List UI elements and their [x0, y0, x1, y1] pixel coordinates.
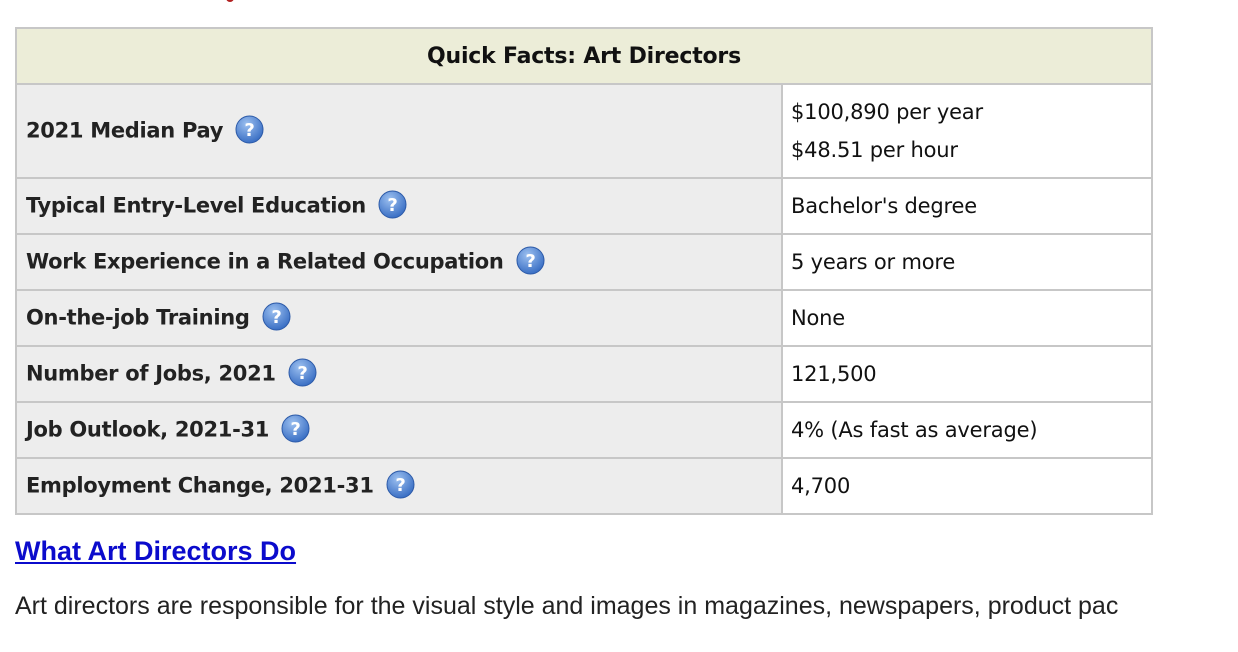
- row-label-text: Work Experience in a Related Occupation: [26, 249, 504, 273]
- svg-text:?: ?: [271, 307, 281, 328]
- decorative-mark: [226, 0, 234, 2]
- table-row: Work Experience in a Related Occupation?…: [15, 233, 1153, 291]
- question-mark-help-icon[interactable]: ?: [262, 302, 291, 331]
- row-value-training: None: [781, 289, 1153, 347]
- svg-text:?: ?: [297, 363, 307, 384]
- table-row: Number of Jobs, 2021? 121,500: [15, 345, 1153, 403]
- row-label-training: On-the-job Training?: [15, 289, 783, 347]
- svg-text:?: ?: [291, 419, 301, 440]
- row-label-text: Job Outlook, 2021-31: [26, 417, 270, 441]
- row-label-text: Number of Jobs, 2021: [26, 361, 276, 385]
- question-mark-help-icon[interactable]: ?: [516, 246, 545, 275]
- row-value-number-of-jobs: 121,500: [781, 345, 1153, 403]
- table-row: Employment Change, 2021-31? 4,700: [15, 457, 1153, 515]
- row-value-job-outlook: 4% (As fast as average): [781, 401, 1153, 459]
- row-label-employment-change: Employment Change, 2021-31?: [15, 457, 783, 515]
- row-label-job-outlook: Job Outlook, 2021-31?: [15, 401, 783, 459]
- intro-paragraph: Art directors are responsible for the vi…: [15, 592, 1119, 620]
- question-mark-help-icon[interactable]: ?: [281, 414, 310, 443]
- quick-facts-table: Quick Facts: Art Directors 2021 Median P…: [15, 27, 1153, 515]
- table-row: Typical Entry-Level Education? Bachelor'…: [15, 177, 1153, 235]
- median-pay-hourly: $48.51 per hour: [791, 138, 958, 162]
- row-label-median-pay: 2021 Median Pay?: [15, 83, 783, 179]
- row-label-text: 2021 Median Pay: [26, 118, 224, 142]
- row-value-work-experience: 5 years or more: [781, 233, 1153, 291]
- question-mark-help-icon[interactable]: ?: [378, 190, 407, 219]
- table-row: 2021 Median Pay? $100,890 per year $48.5…: [15, 83, 1153, 179]
- svg-text:?: ?: [245, 120, 255, 141]
- row-label-text: On-the-job Training: [26, 305, 250, 329]
- row-value-median-pay: $100,890 per year $48.51 per hour: [781, 83, 1153, 179]
- row-value-education: Bachelor's degree: [781, 177, 1153, 235]
- question-mark-help-icon[interactable]: ?: [386, 470, 415, 499]
- row-label-work-experience: Work Experience in a Related Occupation?: [15, 233, 783, 291]
- row-label-education: Typical Entry-Level Education?: [15, 177, 783, 235]
- question-mark-help-icon[interactable]: ?: [235, 115, 264, 144]
- row-label-text: Employment Change, 2021-31: [26, 473, 374, 497]
- table-row: On-the-job Training? None: [15, 289, 1153, 347]
- what-they-do-link[interactable]: What Art Directors Do: [15, 536, 296, 567]
- quick-facts-title: Quick Facts: Art Directors: [15, 27, 1153, 85]
- svg-text:?: ?: [395, 475, 405, 496]
- svg-text:?: ?: [525, 251, 535, 272]
- table-row: Job Outlook, 2021-31? 4% (As fast as ave…: [15, 401, 1153, 459]
- row-label-number-of-jobs: Number of Jobs, 2021?: [15, 345, 783, 403]
- svg-text:?: ?: [387, 195, 397, 216]
- question-mark-help-icon[interactable]: ?: [288, 358, 317, 387]
- median-pay-yearly: $100,890 per year: [791, 100, 983, 124]
- row-label-text: Typical Entry-Level Education: [26, 193, 366, 217]
- row-value-employment-change: 4,700: [781, 457, 1153, 515]
